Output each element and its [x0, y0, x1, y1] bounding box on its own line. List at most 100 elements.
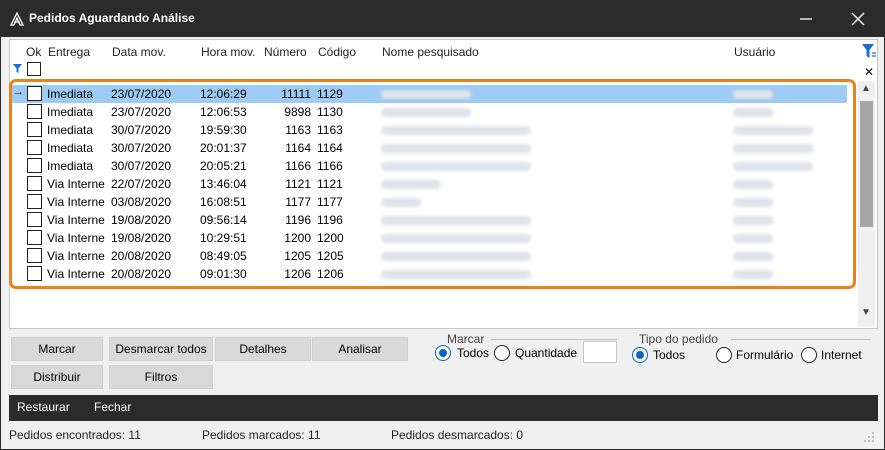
tipo-internet-label: Internet — [821, 348, 862, 362]
table-row[interactable]: Imediata 23/07/2020 12:06:53 9898 1130 — [11, 103, 847, 121]
cell-hora: 10:29:51 — [200, 231, 247, 245]
filter-settings-icon[interactable] — [862, 44, 876, 60]
table-row[interactable]: Via Interne 19/08/2020 10:29:51 1200 120… — [11, 229, 847, 247]
marcar-button[interactable]: Marcar — [11, 337, 103, 361]
app-logo-icon — [10, 12, 24, 26]
detalhes-label: Detalhes — [239, 342, 287, 356]
table-row[interactable]: Imediata 30/07/2020 19:59:30 1163 1163 — [11, 121, 847, 139]
resize-grip-icon[interactable] — [863, 431, 875, 443]
column-header-usuario[interactable]: Usuário — [734, 45, 775, 59]
close-icon — [851, 12, 865, 26]
row-checkbox[interactable] — [27, 86, 42, 101]
redacted-user — [733, 180, 773, 189]
cell-codigo: 1130 — [317, 105, 343, 119]
table-row[interactable]: → Imediata 23/07/2020 12:06:29 11111 112… — [11, 85, 847, 103]
distribuir-button[interactable]: Distribuir — [11, 365, 103, 389]
redacted-user — [733, 252, 773, 261]
minimize-button[interactable] — [796, 9, 816, 29]
column-header-codigo[interactable]: Código — [318, 45, 356, 59]
redacted-name — [381, 162, 531, 171]
cell-numero: 1166 — [285, 159, 311, 173]
detalhes-button[interactable]: Detalhes — [215, 337, 311, 361]
row-checkbox[interactable] — [27, 266, 42, 281]
marcar-todos-label: Todos — [457, 346, 490, 360]
cell-entrega: Imediata — [47, 123, 94, 137]
scroll-down-icon[interactable]: ▼ — [861, 307, 871, 318]
column-header-ok[interactable]: Ok — [26, 45, 41, 59]
table-row[interactable]: Via Interne 03/08/2020 16:08:51 1177 117… — [11, 193, 847, 211]
select-all-checkbox[interactable] — [27, 62, 41, 76]
cell-hora: 20:05:21 — [200, 159, 247, 173]
redacted-name — [381, 252, 531, 261]
cell-codigo: 1164 — [317, 141, 343, 155]
scrollbar-thumb[interactable] — [860, 101, 873, 227]
row-checkbox[interactable] — [27, 194, 42, 209]
marcar-quantidade-label: Quantidade — [515, 346, 578, 360]
fechar-button[interactable]: Fechar — [94, 400, 131, 414]
cell-codigo: 1163 — [317, 123, 343, 137]
cell-hora: 19:59:30 — [200, 123, 247, 137]
cell-entrega: Imediata — [47, 159, 94, 173]
row-filter-icon[interactable] — [13, 64, 22, 73]
marcar-todos-radio[interactable] — [435, 345, 451, 361]
column-header-hora-mov[interactable]: Hora mov. — [201, 45, 255, 59]
cell-numero: 11111 — [281, 87, 311, 101]
cell-hora: 08:49:05 — [200, 249, 247, 263]
quantidade-input[interactable] — [583, 341, 617, 363]
vertical-scrollbar[interactable]: ▲ ▼ — [858, 81, 875, 327]
cell-data: 22/07/2020 — [111, 177, 172, 191]
window-title: Pedidos Aguardando Análise — [29, 11, 195, 25]
row-checkbox[interactable] — [27, 212, 42, 227]
row-checkbox[interactable] — [27, 158, 42, 173]
cell-numero: 1205 — [284, 249, 311, 263]
table-row[interactable]: Via Interne 20/08/2020 09:01:30 1206 120… — [11, 265, 847, 283]
tipo-todos-radio[interactable] — [632, 347, 648, 363]
redacted-name — [381, 270, 531, 279]
tipo-formulario-radio[interactable] — [716, 347, 732, 363]
cell-data: 23/07/2020 — [111, 105, 172, 119]
desmarcar-todos-button[interactable]: Desmarcar todos — [109, 337, 213, 361]
cell-hora: 12:06:29 — [200, 87, 247, 101]
analisar-button[interactable]: Analisar — [312, 337, 408, 361]
marcar-quantidade-radio[interactable] — [494, 345, 510, 361]
column-header-entrega[interactable]: Entrega — [48, 45, 90, 59]
cell-codigo: 1206 — [317, 267, 344, 281]
table-row[interactable]: Imediata 30/07/2020 20:01:37 1164 1164 — [11, 139, 847, 157]
status-marcados: Pedidos marcados: 11 — [202, 428, 321, 442]
filtros-button[interactable]: Filtros — [109, 365, 213, 389]
clear-filter-icon[interactable]: ✕ — [864, 65, 874, 79]
column-header-data-mov[interactable]: Data mov. — [112, 45, 166, 59]
row-checkbox[interactable] — [27, 140, 42, 155]
column-header-nome-pesquisado[interactable]: Nome pesquisado — [382, 45, 479, 59]
cell-entrega: Via Interne — [47, 267, 105, 281]
cell-data: 20/08/2020 — [111, 249, 172, 263]
cell-hora: 09:56:14 — [200, 213, 247, 227]
cell-data: 03/08/2020 — [111, 195, 172, 209]
cell-data: 30/07/2020 — [111, 141, 172, 155]
title-bar: Pedidos Aguardando Análise — [1, 1, 884, 37]
scroll-up-icon[interactable]: ▲ — [861, 83, 871, 94]
row-checkbox[interactable] — [27, 248, 42, 263]
column-header-numero[interactable]: Número — [264, 45, 307, 59]
row-checkbox[interactable] — [27, 230, 42, 245]
status-desmarcados: Pedidos desmarcados: 0 — [391, 428, 524, 442]
table-row[interactable]: Via Interne 19/08/2020 09:56:14 1196 119… — [11, 211, 847, 229]
tipo-pedido-group-label: Tipo do pedido — [639, 332, 718, 346]
row-checkbox[interactable] — [27, 104, 42, 119]
restaurar-button[interactable]: Restaurar — [17, 400, 70, 414]
cell-data: 30/07/2020 — [111, 123, 172, 137]
table-row[interactable]: Via Interne 22/07/2020 13:46:04 1121 112… — [11, 175, 847, 193]
cell-entrega: Imediata — [47, 141, 94, 155]
cell-numero: 1200 — [284, 231, 311, 245]
table-row[interactable]: Via Interne 20/08/2020 08:49:05 1205 120… — [11, 247, 847, 265]
cell-data: 20/08/2020 — [111, 267, 172, 281]
redacted-name — [381, 216, 531, 225]
cell-entrega: Imediata — [47, 105, 94, 119]
cell-hora: 12:06:53 — [200, 105, 247, 119]
tipo-pedido-group-divider — [731, 339, 871, 340]
tipo-internet-radio[interactable] — [801, 347, 817, 363]
row-checkbox[interactable] — [27, 122, 42, 137]
close-window-button[interactable] — [848, 9, 868, 29]
row-checkbox[interactable] — [27, 176, 42, 191]
table-row[interactable]: Imediata 30/07/2020 20:05:21 1166 1166 — [11, 157, 847, 175]
